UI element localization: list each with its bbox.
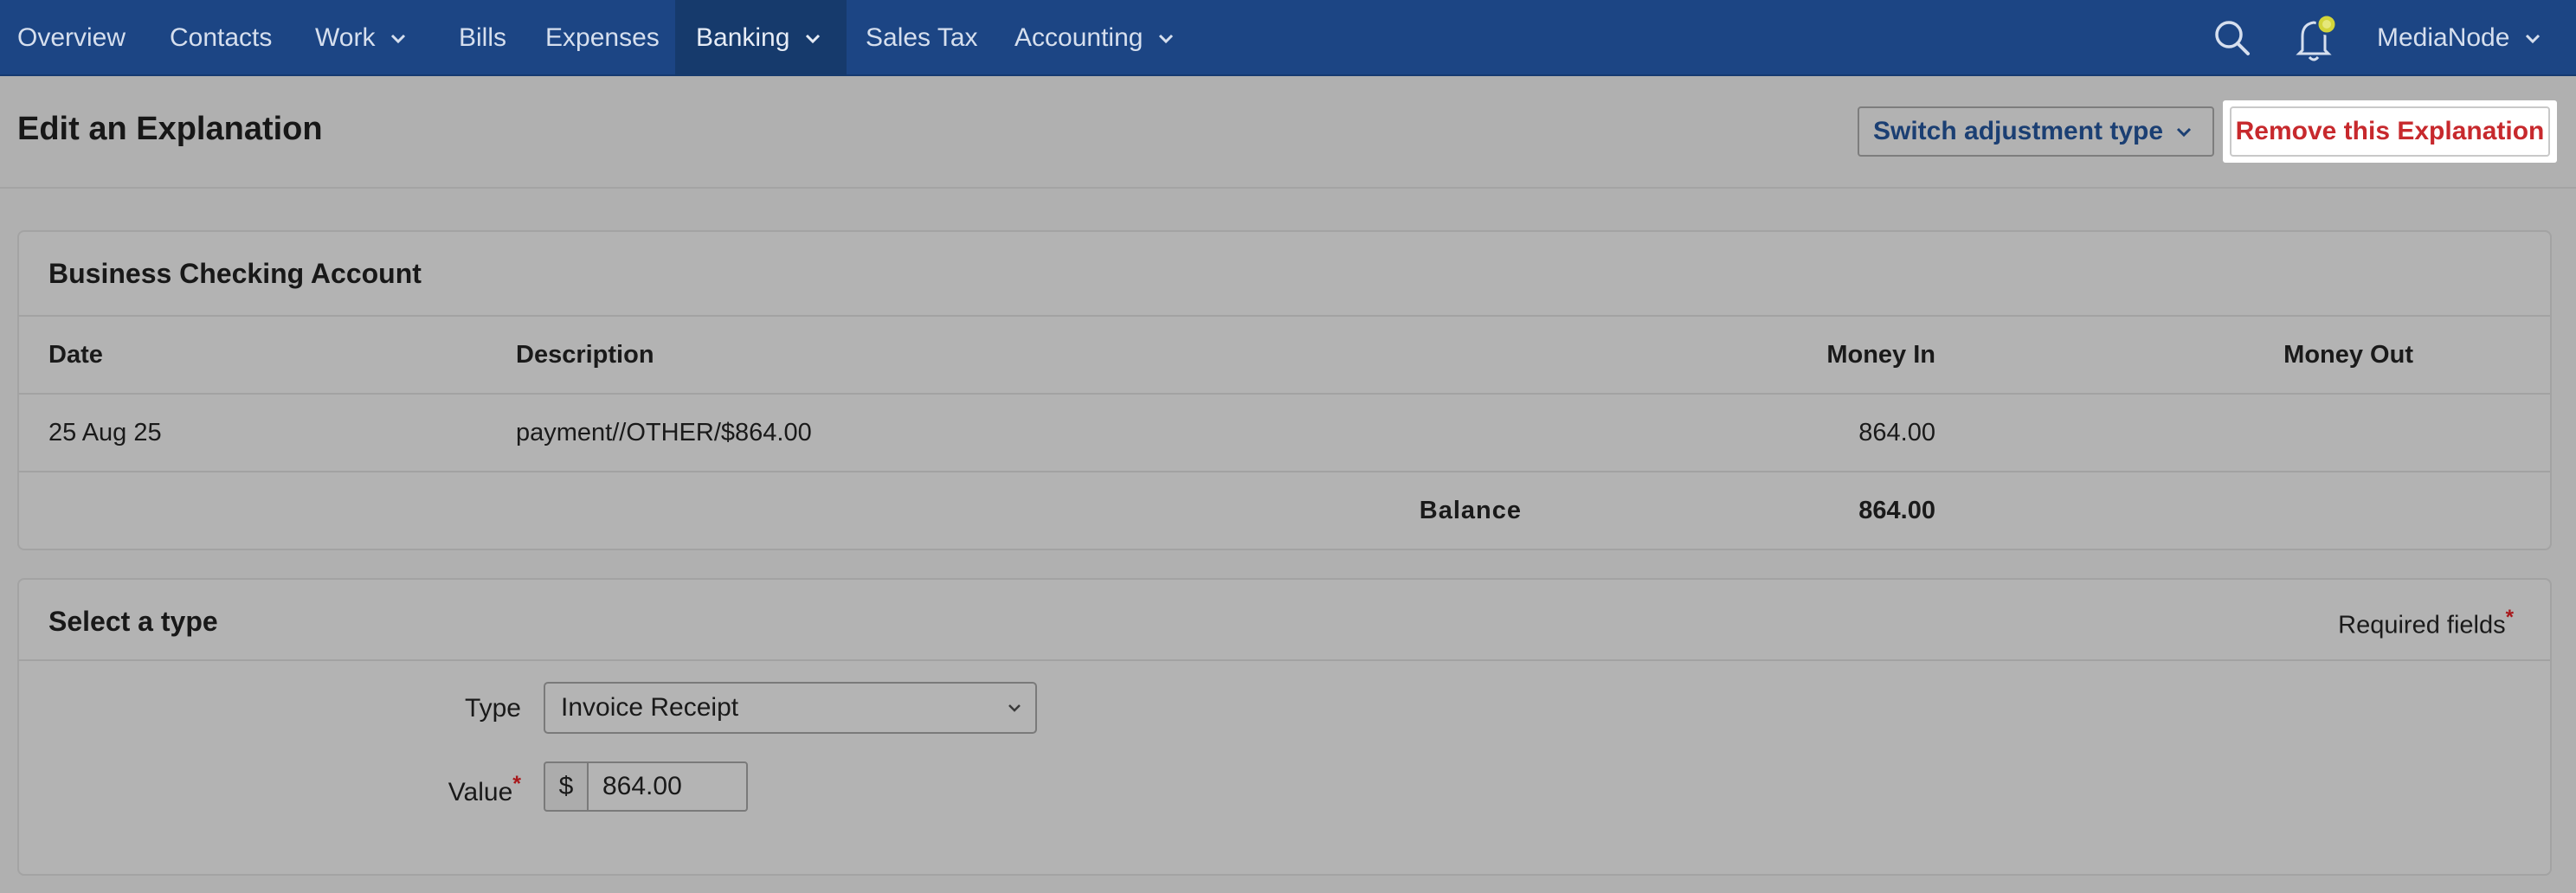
required-fields-text: Required fields [2338, 611, 2506, 639]
remove-explanation-button[interactable]: Remove this Explanation [2230, 106, 2550, 157]
required-fields-note: Required fields* [2338, 606, 2514, 640]
currency-prefix: $ [544, 761, 587, 812]
user-name: MediaNode [2377, 23, 2510, 52]
account-card: Business Checking Account Date Descripti… [17, 230, 2552, 550]
column-header-description: Description [516, 341, 654, 369]
type-select-value: Invoice Receipt [561, 693, 739, 722]
nav-item-label: Bills [459, 23, 507, 52]
user-menu[interactable]: MediaNode [2377, 0, 2542, 76]
chevron-down-icon [391, 34, 406, 44]
nav-item-label: Expenses [545, 23, 660, 52]
nav-item-overview[interactable]: Overview [17, 0, 126, 76]
value-input[interactable] [587, 761, 748, 812]
switch-adjustment-type-label: Switch adjustment type [1873, 117, 2164, 145]
page-title: Edit an Explanation [17, 111, 323, 147]
notifications-button[interactable] [2290, 0, 2341, 76]
chevron-down-icon [1008, 704, 1021, 712]
divider [19, 393, 2550, 395]
row-date: 25 Aug 25 [48, 419, 162, 446]
row-money-in: 864.00 [1858, 419, 1935, 446]
divider [19, 315, 2550, 317]
nav-item-banking[interactable]: Banking [675, 0, 847, 76]
bell-icon [2296, 13, 2338, 61]
column-header-money-out: Money Out [2283, 341, 2413, 369]
nav-item-sales-tax[interactable]: Sales Tax [866, 0, 978, 76]
page-header: Edit an Explanation Switch adjustment ty… [0, 76, 2576, 189]
divider [19, 659, 2550, 661]
chevron-down-icon [2526, 34, 2541, 44]
nav-item-bills[interactable]: Bills [459, 0, 506, 76]
nav-item-accounting[interactable]: Accounting [1014, 0, 1175, 76]
nav-item-work[interactable]: Work [315, 0, 408, 76]
remove-explanation-label: Remove this Explanation [2235, 117, 2545, 145]
nav-item-expenses[interactable]: Expenses [545, 0, 660, 76]
balance-value: 864.00 [1858, 497, 1935, 524]
chevron-down-icon [2176, 127, 2192, 138]
nav-item-label: Work [315, 23, 376, 52]
nav-item-label: Contacts [170, 23, 273, 52]
nav-item-label: Accounting [1014, 23, 1143, 52]
switch-adjustment-type-button[interactable]: Switch adjustment type [1858, 106, 2214, 157]
value-input-group: $ [544, 761, 748, 812]
row-description: payment//OTHER/$864.00 [516, 419, 812, 446]
divider [19, 471, 2550, 472]
value-label-group: Value* [365, 772, 521, 807]
column-header-money-in: Money In [1826, 341, 1935, 369]
search-icon [2215, 21, 2250, 55]
value-label: Value [448, 778, 513, 806]
nav-item-contacts[interactable]: Contacts [170, 0, 272, 76]
chevron-down-icon [806, 34, 821, 44]
required-star: * [2505, 606, 2514, 629]
search-button[interactable] [2211, 0, 2254, 76]
select-type-title: Select a type [48, 606, 218, 637]
type-label: Type [464, 694, 521, 723]
balance-label: Balance [1419, 497, 1522, 524]
required-star: * [512, 772, 521, 796]
type-select[interactable]: Invoice Receipt [544, 682, 1037, 734]
nav-item-label: Sales Tax [866, 23, 978, 52]
select-type-card: Select a type Required fields* Type Invo… [17, 578, 2552, 876]
account-title: Business Checking Account [48, 258, 422, 289]
column-header-date: Date [48, 341, 103, 369]
top-navigation-bar: Overview Contacts Work Bills Expenses Ba… [0, 0, 2576, 76]
chevron-down-icon [1159, 34, 1174, 44]
nav-item-label: Overview [17, 23, 126, 52]
nav-item-label: Banking [696, 23, 790, 52]
